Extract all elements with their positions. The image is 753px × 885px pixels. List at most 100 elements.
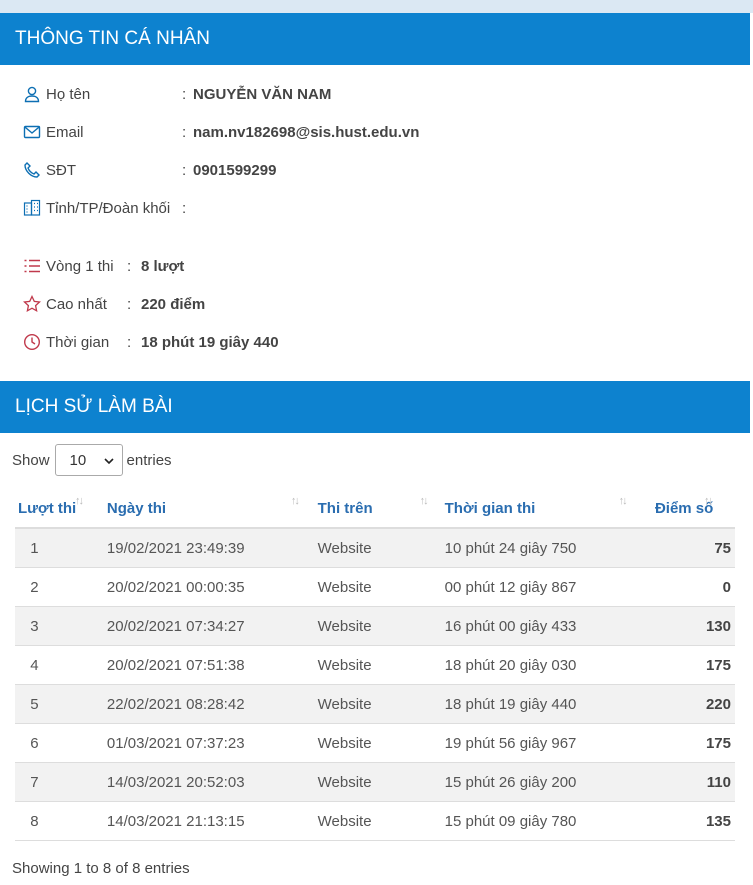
cell-attempt: 1 <box>15 528 101 568</box>
envelope-icon <box>22 123 42 141</box>
cell-attempt: 5 <box>15 684 101 724</box>
stat-highest: Cao nhất : 220 điểm <box>22 292 205 316</box>
field-fullname: Họ tên : NGUYỄN VĂN NAM <box>22 82 331 106</box>
cell-score: 135 <box>633 801 735 841</box>
cell-platform: Website <box>317 606 445 646</box>
cell-platform: Website <box>317 801 445 841</box>
table-row: 6 01/03/2021 07:37:23 Website 19 phút 56… <box>15 723 735 763</box>
cell-score: 75 <box>633 528 735 568</box>
cell-platform: Website <box>317 762 445 802</box>
stat-value: 18 phút 19 giây 440 <box>141 333 279 351</box>
cell-platform: Website <box>317 528 445 568</box>
cell-date: 20/02/2021 00:00:35 <box>100 567 318 607</box>
field-province: Tỉnh/TP/Đoàn khối : <box>22 196 186 220</box>
cell-score: 175 <box>633 645 735 685</box>
column-header-attempt[interactable]: Lượt thi ↑↓ <box>15 489 101 529</box>
cell-duration: 18 phút 20 giây 030 <box>444 645 634 685</box>
personal-info-header: THÔNG TIN CÁ NHÂN <box>0 13 750 65</box>
cell-score: 220 <box>633 684 735 724</box>
page-size-control: Show 10 entries <box>12 443 172 477</box>
cell-attempt: 8 <box>15 801 101 841</box>
cell-attempt: 2 <box>15 567 101 607</box>
cell-score: 175 <box>633 723 735 763</box>
field-colon: : <box>182 123 187 141</box>
sort-icon: ↑↓ <box>618 495 628 507</box>
cell-date: 22/02/2021 08:28:42 <box>100 684 318 724</box>
table-row: 3 20/02/2021 07:34:27 Website 16 phút 00… <box>15 606 735 646</box>
field-label: SĐT <box>46 161 76 179</box>
cell-score: 130 <box>633 606 735 646</box>
cell-platform: Website <box>317 723 445 763</box>
sort-icon: ↑↓ <box>290 495 300 507</box>
cell-platform: Website <box>317 684 445 724</box>
stat-label: Vòng 1 thi <box>46 257 114 275</box>
cell-attempt: 6 <box>15 723 101 763</box>
stat-colon: : <box>127 295 132 313</box>
page-size-value: 10 <box>69 451 87 469</box>
stat-label: Thời gian <box>46 333 110 351</box>
column-header-label: Lượt thi <box>18 499 77 517</box>
show-label: Show <box>12 451 50 469</box>
sort-icon: ↑↓ <box>75 495 84 507</box>
column-header-score[interactable]: Điểm số ↑↓ <box>633 489 735 529</box>
field-phone: SĐT : 0901599299 <box>22 158 276 182</box>
cell-date: 14/03/2021 20:52:03 <box>100 762 318 802</box>
cell-duration: 15 phút 26 giây 200 <box>444 762 634 802</box>
history-header: LỊCH SỬ LÀM BÀI <box>0 381 750 433</box>
cell-duration: 15 phút 09 giây 780 <box>444 801 634 841</box>
table-row: 4 20/02/2021 07:51:38 Website 18 phút 20… <box>15 645 735 685</box>
cell-platform: Website <box>317 645 445 685</box>
field-label: Họ tên <box>46 85 91 103</box>
cell-duration: 18 phút 19 giây 440 <box>444 684 634 724</box>
phone-icon <box>22 161 42 179</box>
page-size-select[interactable]: 10 <box>54 444 123 476</box>
field-value: 0901599299 <box>193 161 277 179</box>
stat-label: Cao nhất <box>46 295 107 313</box>
cell-duration: 16 phút 00 giây 433 <box>444 606 634 646</box>
cell-duration: 19 phút 56 giây 967 <box>444 723 634 763</box>
field-colon: : <box>182 161 187 179</box>
cell-date: 20/02/2021 07:34:27 <box>100 606 318 646</box>
building-icon <box>22 199 42 217</box>
entries-label: entries <box>126 451 172 469</box>
field-value: nam.nv182698@sis.hust.edu.vn <box>193 123 420 141</box>
table-row: 1 19/02/2021 23:49:39 Website 10 phút 24… <box>15 528 735 568</box>
top-strip <box>0 0 753 13</box>
cell-date: 01/03/2021 07:37:23 <box>100 723 318 763</box>
cell-date: 20/02/2021 07:51:38 <box>100 645 318 685</box>
cell-date: 14/03/2021 21:13:15 <box>100 801 318 841</box>
field-colon: : <box>182 199 187 217</box>
column-header-duration[interactable]: Thời gian thi ↑↓ <box>444 489 634 529</box>
cell-attempt: 7 <box>15 762 101 802</box>
clock-icon <box>22 333 42 351</box>
star-icon <box>22 295 42 313</box>
stat-colon: : <box>127 257 132 275</box>
cell-duration: 00 phút 12 giây 867 <box>444 567 634 607</box>
stat-value: 220 điểm <box>141 295 206 313</box>
table-row: 5 22/02/2021 08:28:42 Website 18 phút 19… <box>15 684 735 724</box>
column-header-date[interactable]: Ngày thi ↑↓ <box>100 489 318 529</box>
chevron-down-icon <box>103 452 114 469</box>
list-icon <box>22 257 42 275</box>
sort-icon: ↑↓ <box>703 495 713 507</box>
history-table: Lượt thi ↑↓ Ngày thi ↑↓ Thi trên ↑↓ Thời… <box>15 489 735 841</box>
user-icon <box>22 85 42 103</box>
cell-attempt: 3 <box>15 606 101 646</box>
cell-date: 19/02/2021 23:49:39 <box>100 528 318 568</box>
field-label: Email <box>46 123 84 141</box>
sort-icon: ↑↓ <box>419 495 429 507</box>
field-email: Email : nam.nv182698@sis.hust.edu.vn <box>22 120 419 144</box>
column-header-platform[interactable]: Thi trên ↑↓ <box>317 489 445 529</box>
table-header-row: Lượt thi ↑↓ Ngày thi ↑↓ Thi trên ↑↓ Thời… <box>15 489 735 529</box>
column-header-label: Ngày thi <box>106 499 167 517</box>
stat-value: 8 lượt <box>141 257 185 275</box>
field-label: Tỉnh/TP/Đoàn khối <box>46 199 171 217</box>
field-colon: : <box>182 85 187 103</box>
table-info: Showing 1 to 8 of 8 entries <box>12 860 190 877</box>
cell-score: 0 <box>633 567 735 607</box>
stat-time: Thời gian : 18 phút 19 giây 440 <box>22 330 279 354</box>
cell-score: 110 <box>633 762 735 802</box>
table-row: 2 20/02/2021 00:00:35 Website 00 phút 12… <box>15 567 735 607</box>
cell-platform: Website <box>317 567 445 607</box>
table-row: 8 14/03/2021 21:13:15 Website 15 phút 09… <box>15 801 735 841</box>
